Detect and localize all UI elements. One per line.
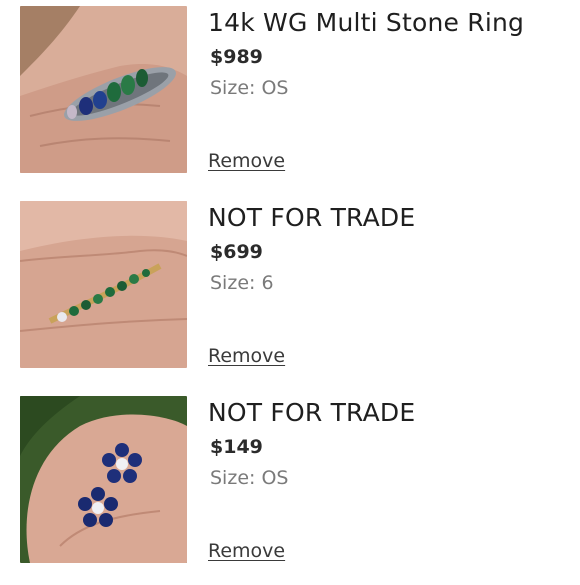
cart-item: NOT FOR TRADE $699 Size: 6 Remove (0, 195, 580, 390)
remove-link[interactable]: Remove (208, 150, 285, 172)
product-image[interactable] (20, 6, 187, 173)
sapphire-flower-earrings-photo (20, 396, 187, 563)
item-info: 14k WG Multi Stone Ring $989 Size: OS Re… (208, 8, 568, 178)
item-info: NOT FOR TRADE $149 Size: OS Remove (208, 398, 568, 568)
size-label: Size: (210, 272, 256, 294)
item-price: $699 (210, 241, 263, 263)
item-size: Size: 6 (210, 272, 274, 294)
item-size: Size: OS (210, 77, 288, 99)
size-label: Size: (210, 77, 256, 99)
item-info: NOT FOR TRADE $699 Size: 6 Remove (208, 203, 568, 373)
cart-item: 14k WG Multi Stone Ring $989 Size: OS Re… (0, 0, 580, 195)
size-value: 6 (261, 272, 274, 294)
item-title[interactable]: 14k WG Multi Stone Ring (208, 8, 524, 37)
ring-multi-stone-photo (20, 6, 187, 173)
product-image[interactable] (20, 201, 187, 368)
item-price: $989 (210, 46, 263, 68)
item-size: Size: OS (210, 467, 288, 489)
remove-link[interactable]: Remove (208, 540, 285, 562)
size-value: OS (261, 77, 289, 99)
item-price: $149 (210, 436, 263, 458)
item-title[interactable]: NOT FOR TRADE (208, 203, 415, 232)
size-value: OS (261, 467, 289, 489)
cart-item: NOT FOR TRADE $149 Size: OS Remove (0, 390, 580, 585)
item-title[interactable]: NOT FOR TRADE (208, 398, 415, 427)
product-image[interactable] (20, 396, 187, 563)
remove-link[interactable]: Remove (208, 345, 285, 367)
ring-emerald-band-photo (20, 201, 187, 368)
size-label: Size: (210, 467, 256, 489)
